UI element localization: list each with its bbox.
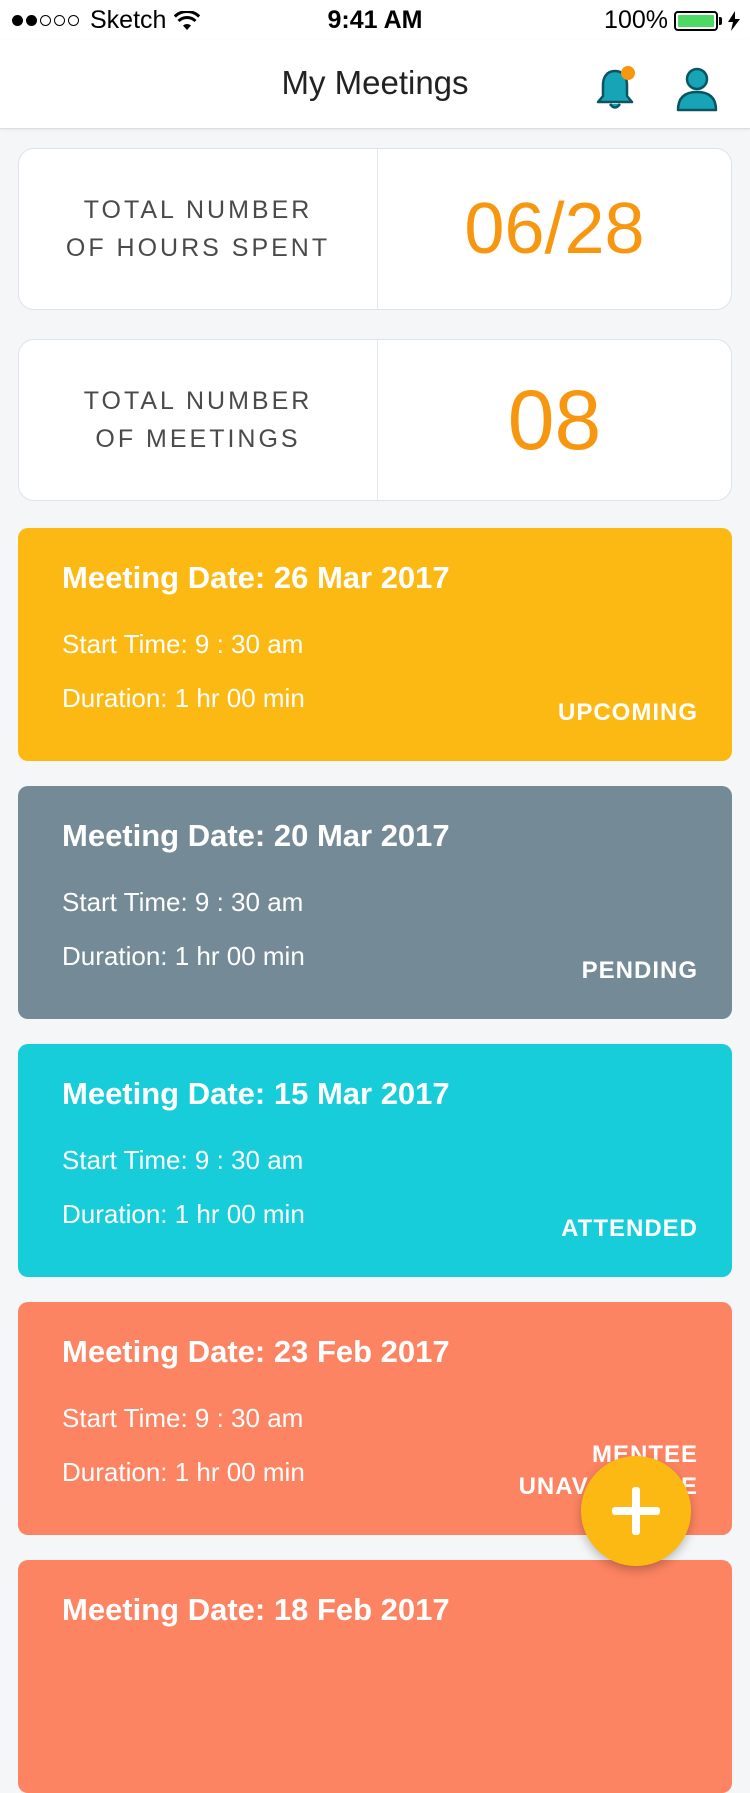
hours-spent-card: TOTAL NUMBER OF HOURS SPENT 06/28 bbox=[18, 148, 732, 310]
meeting-date: Meeting Date: 18 Feb 2017 bbox=[62, 1592, 450, 1627]
user-icon[interactable] bbox=[675, 66, 719, 112]
status-badge: PENDING bbox=[581, 957, 698, 984]
meeting-card[interactable]: Meeting Date: 26 Mar 2017 Start Time: 9 … bbox=[18, 528, 732, 761]
status-badge: UPCOMING bbox=[558, 699, 698, 726]
meetings-count-value: 08 bbox=[507, 372, 602, 467]
meeting-card[interactable]: Meeting Date: 20 Mar 2017 Start Time: 9 … bbox=[18, 786, 732, 1019]
meeting-duration: Duration: 1 hr 00 min bbox=[62, 1199, 305, 1229]
meeting-start-time: Start Time: 9 : 30 am bbox=[62, 629, 304, 659]
meeting-start-time: Start Time: 9 : 30 am bbox=[62, 1145, 304, 1175]
meeting-duration: Duration: 1 hr 00 min bbox=[62, 1457, 305, 1487]
meeting-card[interactable]: Meeting Date: 15 Mar 2017 Start Time: 9 … bbox=[18, 1044, 732, 1277]
meeting-start-time: Start Time: 9 : 30 am bbox=[62, 1403, 304, 1433]
meeting-date: Meeting Date: 23 Feb 2017 bbox=[62, 1334, 450, 1369]
meetings-count-label: TOTAL NUMBER OF MEETINGS bbox=[83, 387, 313, 453]
meeting-card[interactable]: Meeting Date: 18 Feb 2017 bbox=[18, 1560, 732, 1793]
meeting-duration: Duration: 1 hr 00 min bbox=[62, 683, 305, 713]
battery-icon bbox=[674, 10, 718, 31]
hours-spent-value: 06/28 bbox=[464, 189, 645, 269]
status-badge: ATTENDED bbox=[561, 1215, 698, 1242]
plus-icon bbox=[612, 1487, 660, 1535]
bell-icon[interactable] bbox=[594, 66, 636, 112]
meeting-date: Meeting Date: 20 Mar 2017 bbox=[62, 818, 450, 853]
meetings-count-card: TOTAL NUMBER OF MEETINGS 08 bbox=[18, 339, 732, 501]
battery-info: 100% bbox=[604, 6, 740, 35]
meeting-date: Meeting Date: 26 Mar 2017 bbox=[62, 560, 450, 595]
add-meeting-button[interactable] bbox=[581, 1456, 691, 1566]
status-bar: Sketch 9:41 AM 100% bbox=[0, 0, 750, 40]
meeting-duration: Duration: 1 hr 00 min bbox=[62, 941, 305, 971]
meeting-start-time: Start Time: 9 : 30 am bbox=[62, 887, 304, 917]
charging-icon bbox=[728, 10, 740, 31]
battery-percent: 100% bbox=[604, 6, 668, 34]
meeting-date: Meeting Date: 15 Mar 2017 bbox=[62, 1076, 450, 1111]
hours-spent-label: TOTAL NUMBER OF HOURS SPENT bbox=[65, 196, 331, 262]
page-title: My Meetings bbox=[281, 64, 469, 101]
nav-bar: My Meetings bbox=[0, 40, 750, 129]
